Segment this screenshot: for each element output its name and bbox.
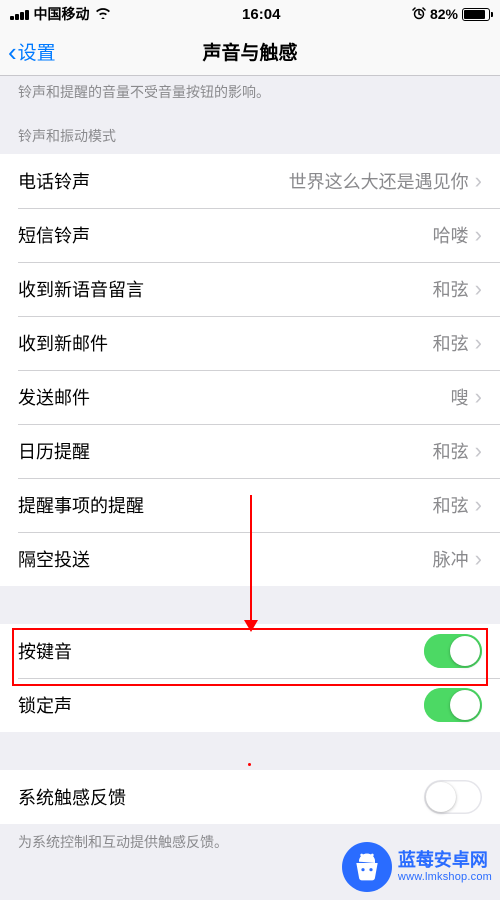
annotation-dot	[248, 763, 251, 766]
status-left: 中国移动	[10, 4, 111, 24]
row-label: 日历提醒	[18, 438, 90, 464]
row-label: 隔空投送	[18, 546, 90, 572]
status-right: 82%	[412, 6, 490, 23]
back-label: 设置	[18, 38, 56, 65]
chevron-right-icon: ›	[475, 384, 482, 410]
ringtone-list: 电话铃声 世界这么大还是遇见你 › 短信铃声 哈喽 › 收到新语音留言 和弦 ›…	[0, 154, 500, 586]
keyboard-clicks-switch[interactable]	[424, 634, 482, 668]
chevron-right-icon: ›	[475, 168, 482, 194]
section-header-ringtones: 铃声和振动模式	[0, 106, 500, 154]
row-sent-mail[interactable]: 发送邮件 嗖 ›	[0, 370, 500, 424]
row-value: 和弦	[433, 438, 469, 464]
chevron-right-icon: ›	[475, 222, 482, 248]
system-haptics-switch[interactable]	[424, 780, 482, 814]
page-title: 声音与触感	[202, 38, 297, 65]
row-value: 脉冲	[433, 546, 469, 572]
lock-sound-switch[interactable]	[424, 688, 482, 722]
watermark-title: 蓝莓安卓网	[398, 850, 492, 871]
watermark-url: www.lmkshop.com	[398, 871, 492, 884]
watermark-logo-icon	[342, 842, 392, 892]
row-reminder[interactable]: 提醒事项的提醒 和弦 ›	[0, 478, 500, 532]
volume-note: 铃声和提醒的音量不受音量按钮的影响。	[0, 76, 500, 106]
back-button[interactable]: ‹ 设置	[8, 38, 56, 65]
row-text-tone[interactable]: 短信铃声 哈喽 ›	[0, 208, 500, 262]
row-value: 世界这么大还是遇见你	[289, 168, 469, 194]
wifi-icon	[95, 6, 111, 23]
row-ringtone[interactable]: 电话铃声 世界这么大还是遇见你 ›	[0, 154, 500, 208]
row-new-mail[interactable]: 收到新邮件 和弦 ›	[0, 316, 500, 370]
row-label: 收到新邮件	[18, 330, 108, 356]
row-lock-sound: 锁定声	[0, 678, 500, 732]
clock: 16:04	[242, 6, 280, 23]
row-label: 收到新语音留言	[18, 276, 144, 302]
row-keyboard-clicks: 按键音	[0, 624, 500, 678]
carrier-label: 中国移动	[34, 4, 90, 24]
chevron-right-icon: ›	[475, 330, 482, 356]
chevron-right-icon: ›	[475, 276, 482, 302]
row-label: 提醒事项的提醒	[18, 492, 144, 518]
row-label: 发送邮件	[18, 384, 90, 410]
battery-icon	[462, 8, 490, 21]
row-calendar[interactable]: 日历提醒 和弦 ›	[0, 424, 500, 478]
row-airdrop[interactable]: 隔空投送 脉冲 ›	[0, 532, 500, 586]
alarm-icon	[412, 6, 426, 23]
row-label: 锁定声	[18, 692, 72, 718]
row-label: 系统触感反馈	[18, 784, 126, 810]
row-value: 和弦	[433, 492, 469, 518]
row-label: 电话铃声	[18, 168, 90, 194]
row-system-haptics: 系统触感反馈	[0, 770, 500, 824]
row-value: 和弦	[433, 276, 469, 302]
chevron-right-icon: ›	[475, 438, 482, 464]
status-bar: 中国移动 16:04 82%	[0, 0, 500, 28]
chevron-right-icon: ›	[475, 492, 482, 518]
watermark: 蓝莓安卓网 www.lmkshop.com	[342, 842, 492, 892]
sound-toggle-list: 按键音 锁定声	[0, 624, 500, 732]
battery-percent: 82%	[430, 6, 458, 22]
row-label: 按键音	[18, 638, 72, 664]
chevron-left-icon: ‹	[8, 39, 17, 65]
haptic-list: 系统触感反馈	[0, 770, 500, 824]
row-value: 和弦	[433, 330, 469, 356]
row-label: 短信铃声	[18, 222, 90, 248]
signal-icon	[10, 8, 29, 20]
row-voicemail[interactable]: 收到新语音留言 和弦 ›	[0, 262, 500, 316]
nav-bar: ‹ 设置 声音与触感	[0, 28, 500, 76]
chevron-right-icon: ›	[475, 546, 482, 572]
row-value: 嗖	[451, 384, 469, 410]
row-value: 哈喽	[433, 222, 469, 248]
